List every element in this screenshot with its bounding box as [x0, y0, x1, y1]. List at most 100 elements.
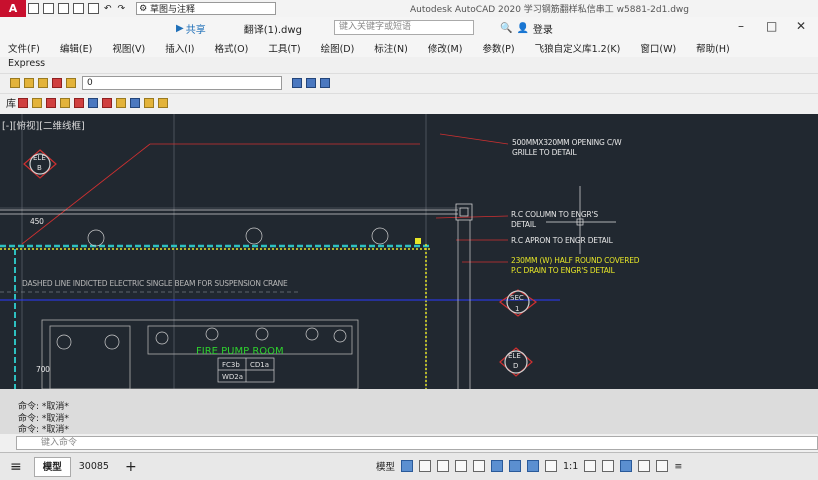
- maximize-button[interactable]: □: [766, 19, 777, 33]
- dimension-700: 700: [36, 365, 50, 374]
- menu-draw[interactable]: 绘图(D): [321, 41, 355, 55]
- file-tab[interactable]: 翻译(1).dwg: [244, 21, 302, 36]
- lock-icon[interactable]: [52, 77, 62, 88]
- crane-note: DASHED LINE INDICTED ELECTRIC SINGLE BEA…: [22, 279, 288, 288]
- annotation-icon[interactable]: [527, 460, 540, 472]
- share-icon: ▶: [176, 22, 184, 34]
- otrack-icon[interactable]: [509, 460, 522, 472]
- workspace-label: 草图与注释: [150, 5, 196, 15]
- snap-icon[interactable]: [419, 460, 432, 472]
- workspace-select[interactable]: ⚙ 草图与注释: [136, 2, 277, 15]
- custom-toolbar: 库: [0, 93, 818, 111]
- close-button[interactable]: ✕: [796, 19, 806, 33]
- note-opening-1: 500MMX320MM OPENING C/W: [512, 138, 622, 147]
- layer-match-icon[interactable]: [306, 77, 316, 88]
- undo-icon[interactable]: ↶: [104, 4, 112, 14]
- menu-custom-library[interactable]: 飞狼自定义库1.2(K): [535, 41, 621, 55]
- settings-icon[interactable]: [584, 460, 597, 472]
- menu-tools[interactable]: 工具(T): [268, 41, 300, 55]
- visibility-icon[interactable]: [545, 460, 558, 472]
- open-file-icon[interactable]: [43, 3, 54, 14]
- login-label: 登录: [532, 25, 553, 36]
- share-button[interactable]: ▶ 共享: [176, 21, 206, 36]
- status-tools: 模型 1:1 ≡: [376, 459, 682, 473]
- menu-bar: 文件(F) 编辑(E) 视图(V) 插入(I) 格式(O) 工具(T) 绘图(D…: [0, 39, 818, 57]
- rebar-tool-5-icon[interactable]: [74, 97, 84, 108]
- command-line-3: 命令: *取消*: [18, 425, 69, 435]
- menu-dimension[interactable]: 标注(N): [374, 41, 408, 55]
- layers-toolbar: 0: [0, 73, 818, 91]
- search-input[interactable]: 键入关键字或短语: [334, 20, 474, 35]
- share-label: 共享: [185, 24, 206, 36]
- redo-icon[interactable]: ↷: [118, 4, 126, 14]
- tag-wd2a: WD2a: [222, 373, 244, 381]
- menu-insert[interactable]: 插入(I): [165, 41, 194, 55]
- rebar-tool-4-icon[interactable]: [60, 97, 70, 108]
- command-input[interactable]: 键入命令: [16, 436, 818, 450]
- app-logo[interactable]: A: [0, 0, 26, 17]
- warning-tool-icon[interactable]: [158, 97, 168, 108]
- print-icon[interactable]: [88, 3, 99, 14]
- note-apron: R.C APRON TO ENGR DETAIL: [511, 236, 613, 245]
- user-icon: 👤: [516, 23, 529, 34]
- rebar-tool-7-icon[interactable]: [102, 97, 112, 108]
- menu-parametric[interactable]: 参数(P): [482, 41, 514, 55]
- search-icon[interactable]: 🔍: [500, 23, 512, 34]
- command-history: 命令: *取消* 命令: *取消* 命令: *取消*: [0, 389, 818, 435]
- layer-previous-icon[interactable]: [292, 77, 302, 88]
- file-tab-row: ▶ 共享 翻译(1).dwg 键入关键字或短语 🔍 👤 登录 – □ ✕: [0, 17, 818, 39]
- isolate-icon[interactable]: [620, 460, 633, 472]
- hamburger-icon[interactable]: ≡: [10, 459, 22, 475]
- rebar-tool-2-icon[interactable]: [32, 97, 42, 108]
- sec-bottom: 1: [515, 305, 520, 313]
- menu-view[interactable]: 视图(V): [112, 41, 145, 55]
- scale-select[interactable]: 1:1: [563, 461, 578, 472]
- plus-icon[interactable]: [602, 460, 615, 472]
- tag-cd1a: CD1a: [250, 361, 270, 369]
- ortho-icon[interactable]: [437, 460, 450, 472]
- menu-help[interactable]: 帮助(H): [696, 41, 730, 55]
- window-title: Autodesk AutoCAD 2020 学习钢筋翻样私信串工 w5881-2…: [410, 5, 689, 15]
- rebar-tool-9-icon[interactable]: [130, 97, 140, 108]
- tab-layout[interactable]: 30085: [71, 457, 117, 477]
- freeze-icon[interactable]: [66, 77, 76, 88]
- login-button[interactable]: 🔍 👤 登录: [500, 21, 553, 36]
- title-bar: A ↶ ↷ ⚙ 草图与注释 Autodesk AutoCAD 2020 学习钢筋…: [0, 0, 818, 17]
- model-space-label[interactable]: 模型: [376, 459, 395, 473]
- light-bulb-icon[interactable]: [24, 77, 34, 88]
- rebar-tool-1-icon[interactable]: [18, 97, 28, 108]
- rebar-tool-6-icon[interactable]: [88, 97, 98, 108]
- cad-drawing: [0, 114, 616, 389]
- drawing-canvas[interactable]: [-][俯视][二维线框] 500MMX320MM OPENING C/W GR…: [0, 114, 818, 389]
- rebar-tool-3-icon[interactable]: [46, 97, 56, 108]
- bulb-tool-icon[interactable]: [144, 97, 154, 108]
- clean-screen-icon[interactable]: [656, 460, 669, 472]
- save-icon[interactable]: [58, 3, 69, 14]
- viewport-label[interactable]: [-][俯视][二维线框]: [2, 118, 85, 132]
- layer-isolate-icon[interactable]: [320, 77, 330, 88]
- osnap-icon[interactable]: [491, 460, 504, 472]
- rebar-tool-8-icon[interactable]: [116, 97, 126, 108]
- layer-select[interactable]: 0: [82, 75, 282, 90]
- hardware-accel-icon[interactable]: [638, 460, 651, 472]
- menu-express[interactable]: Express: [8, 58, 45, 69]
- minimize-button[interactable]: –: [738, 19, 744, 33]
- sec-top: SEC: [510, 294, 524, 302]
- menu-window[interactable]: 窗口(W): [640, 41, 676, 55]
- library-label[interactable]: 库: [6, 95, 16, 110]
- grid-icon[interactable]: [401, 460, 414, 472]
- save-as-icon[interactable]: [73, 3, 84, 14]
- tab-model[interactable]: 模型: [33, 456, 71, 477]
- menu-file[interactable]: 文件(F): [8, 41, 40, 55]
- isodraft-icon[interactable]: [473, 460, 486, 472]
- sun-icon[interactable]: [38, 77, 48, 88]
- menu-edit[interactable]: 编辑(E): [60, 41, 92, 55]
- polar-icon[interactable]: [455, 460, 468, 472]
- add-layout-icon[interactable]: +: [125, 459, 137, 475]
- customize-icon[interactable]: ≡: [674, 461, 682, 472]
- layer-manager-icon[interactable]: [10, 77, 20, 88]
- gear-icon: ⚙: [139, 3, 148, 14]
- menu-format[interactable]: 格式(O): [214, 41, 248, 55]
- menu-modify[interactable]: 修改(M): [428, 41, 463, 55]
- new-file-icon[interactable]: [28, 3, 39, 14]
